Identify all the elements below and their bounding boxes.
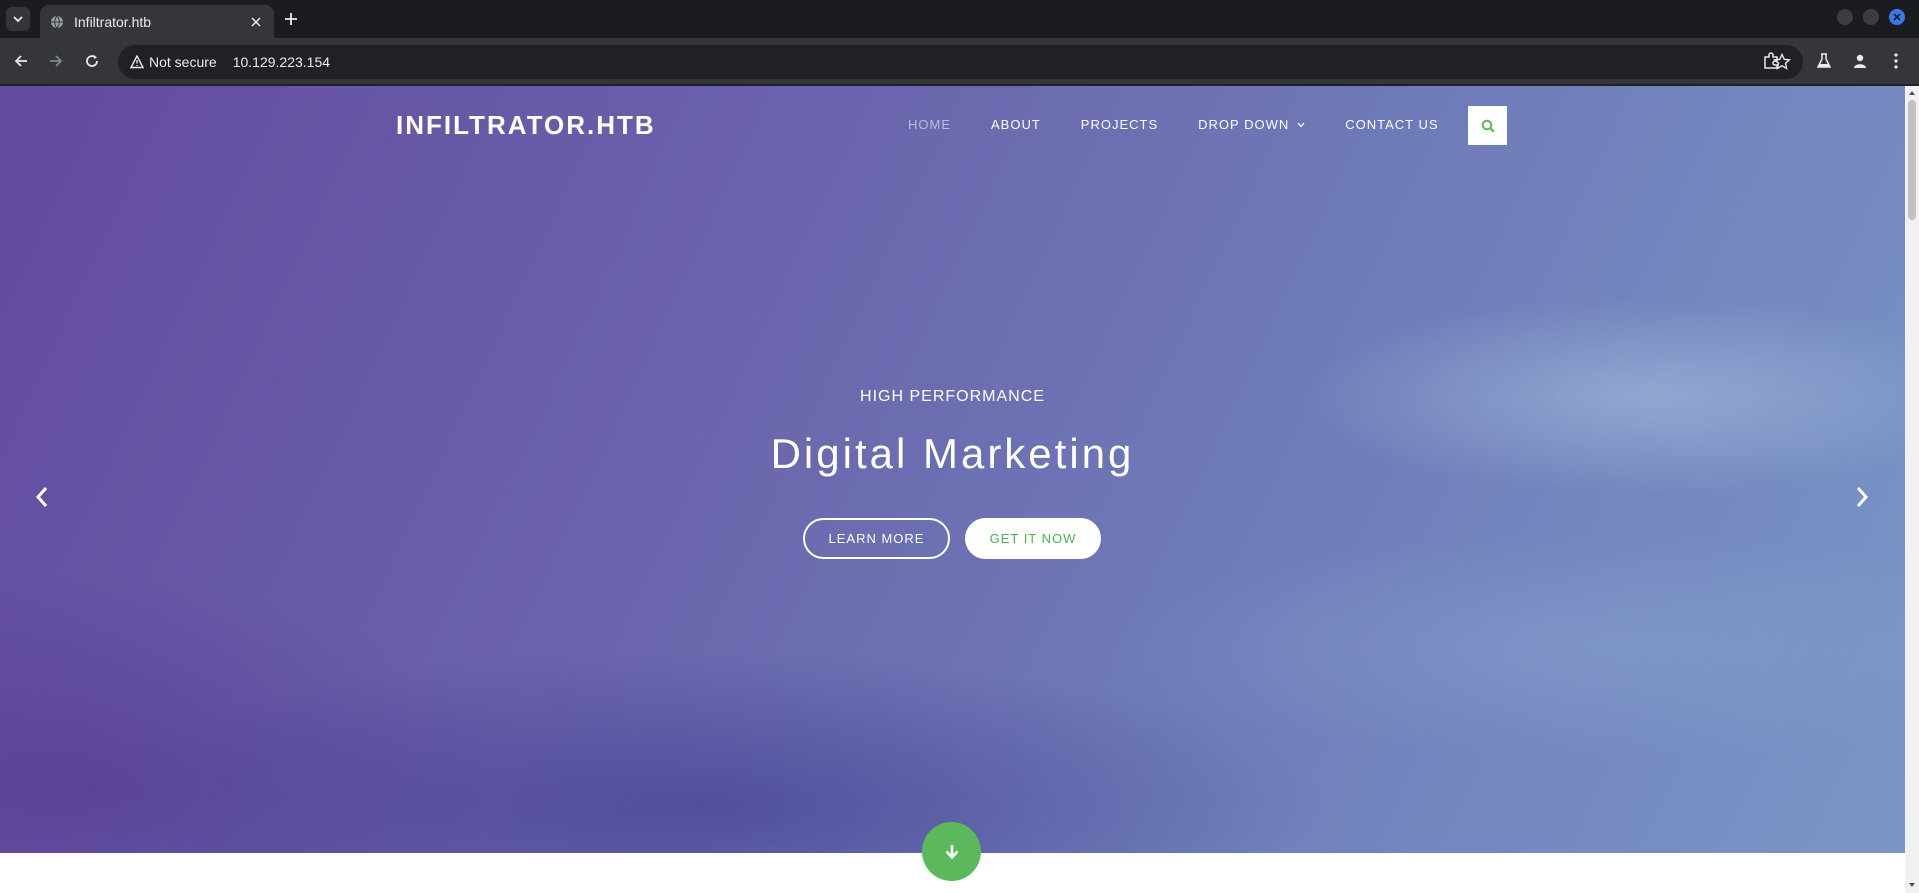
search-button[interactable] xyxy=(1468,106,1507,145)
maximize-button[interactable] xyxy=(1863,9,1879,25)
scroll-up-arrow-icon[interactable] xyxy=(1908,89,1916,97)
hero-headline: Digital Marketing xyxy=(770,430,1135,477)
main-navigation: HOME ABOUT PROJECTS DROP DOWN CONTACT US xyxy=(908,117,1479,132)
nav-contact-us[interactable]: CONTACT US xyxy=(1345,117,1438,132)
window-controls xyxy=(1837,9,1905,25)
scroll-down-button[interactable] xyxy=(922,822,981,881)
close-icon xyxy=(1893,13,1901,21)
tab-search-button[interactable] xyxy=(6,7,30,31)
minimize-button[interactable] xyxy=(1837,9,1853,25)
learn-more-button[interactable]: LEARN MORE xyxy=(803,518,950,559)
hero-section: INFILTRATOR.HTB HOME ABOUT PROJECTS DROP… xyxy=(0,86,1905,853)
hero-cta-group: LEARN MORE GET IT NOW xyxy=(803,518,1101,559)
warning-icon xyxy=(130,55,144,69)
new-tab-button[interactable] xyxy=(280,8,302,30)
close-icon xyxy=(251,16,261,27)
browser-menu-button[interactable] xyxy=(1885,50,1907,72)
scrollbar-thumb[interactable] xyxy=(1908,100,1916,220)
tab-title: Infiltrator.htb xyxy=(74,13,152,30)
web-page: INFILTRATOR.HTB HOME ABOUT PROJECTS DROP… xyxy=(0,86,1905,893)
security-indicator[interactable]: Not secure xyxy=(130,54,217,70)
person-icon xyxy=(1854,54,1866,68)
close-window-button[interactable] xyxy=(1889,9,1905,25)
arrow-down-icon xyxy=(945,844,958,859)
chevron-right-icon xyxy=(1856,487,1869,507)
site-logo[interactable]: INFILTRATOR.HTB xyxy=(396,110,656,141)
kebab-menu-icon xyxy=(1894,53,1898,69)
reload-button[interactable] xyxy=(80,49,104,73)
carousel-next-button[interactable] xyxy=(1850,483,1874,511)
nav-about[interactable]: ABOUT xyxy=(991,117,1041,132)
extensions-button[interactable] xyxy=(1760,50,1782,72)
address-bar[interactable]: Not secure 10.129.223.154 xyxy=(118,45,1803,79)
plus-icon xyxy=(285,13,297,25)
scroll-down-arrow-icon[interactable] xyxy=(1908,881,1916,889)
nav-drop-down-label: DROP DOWN xyxy=(1198,117,1290,132)
reload-icon xyxy=(86,55,98,67)
arrow-right-icon xyxy=(50,55,63,67)
page-scrollbar[interactable] xyxy=(1905,86,1919,893)
search-icon xyxy=(1481,119,1495,133)
browser-tab[interactable]: Infiltrator.htb xyxy=(40,5,274,38)
forward-button[interactable] xyxy=(44,49,68,73)
get-it-now-button[interactable]: GET IT NOW xyxy=(965,518,1101,559)
globe-icon xyxy=(51,15,63,28)
chevron-down-icon xyxy=(13,16,23,23)
chevron-left-icon xyxy=(35,487,48,507)
nav-home[interactable]: HOME xyxy=(908,117,951,132)
close-tab-button[interactable] xyxy=(248,14,264,30)
flask-icon xyxy=(1816,53,1832,68)
browser-tab-strip: Infiltrator.htb xyxy=(0,0,1919,38)
security-label: Not secure xyxy=(149,54,217,70)
puzzle-icon xyxy=(1764,52,1778,69)
hero-eyebrow: HIGH PERFORMANCE xyxy=(860,388,1045,405)
arrow-left-icon xyxy=(14,55,27,67)
back-button[interactable] xyxy=(9,49,33,73)
carousel-prev-button[interactable] xyxy=(30,483,54,511)
browser-toolbar: Not secure 10.129.223.154 xyxy=(0,38,1919,85)
chevron-down-icon xyxy=(1297,122,1305,127)
profile-button[interactable] xyxy=(1849,50,1871,72)
nav-projects[interactable]: PROJECTS xyxy=(1081,117,1158,132)
labs-button[interactable] xyxy=(1813,50,1835,72)
nav-drop-down[interactable]: DROP DOWN xyxy=(1198,117,1305,132)
url-text: 10.129.223.154 xyxy=(232,54,331,70)
